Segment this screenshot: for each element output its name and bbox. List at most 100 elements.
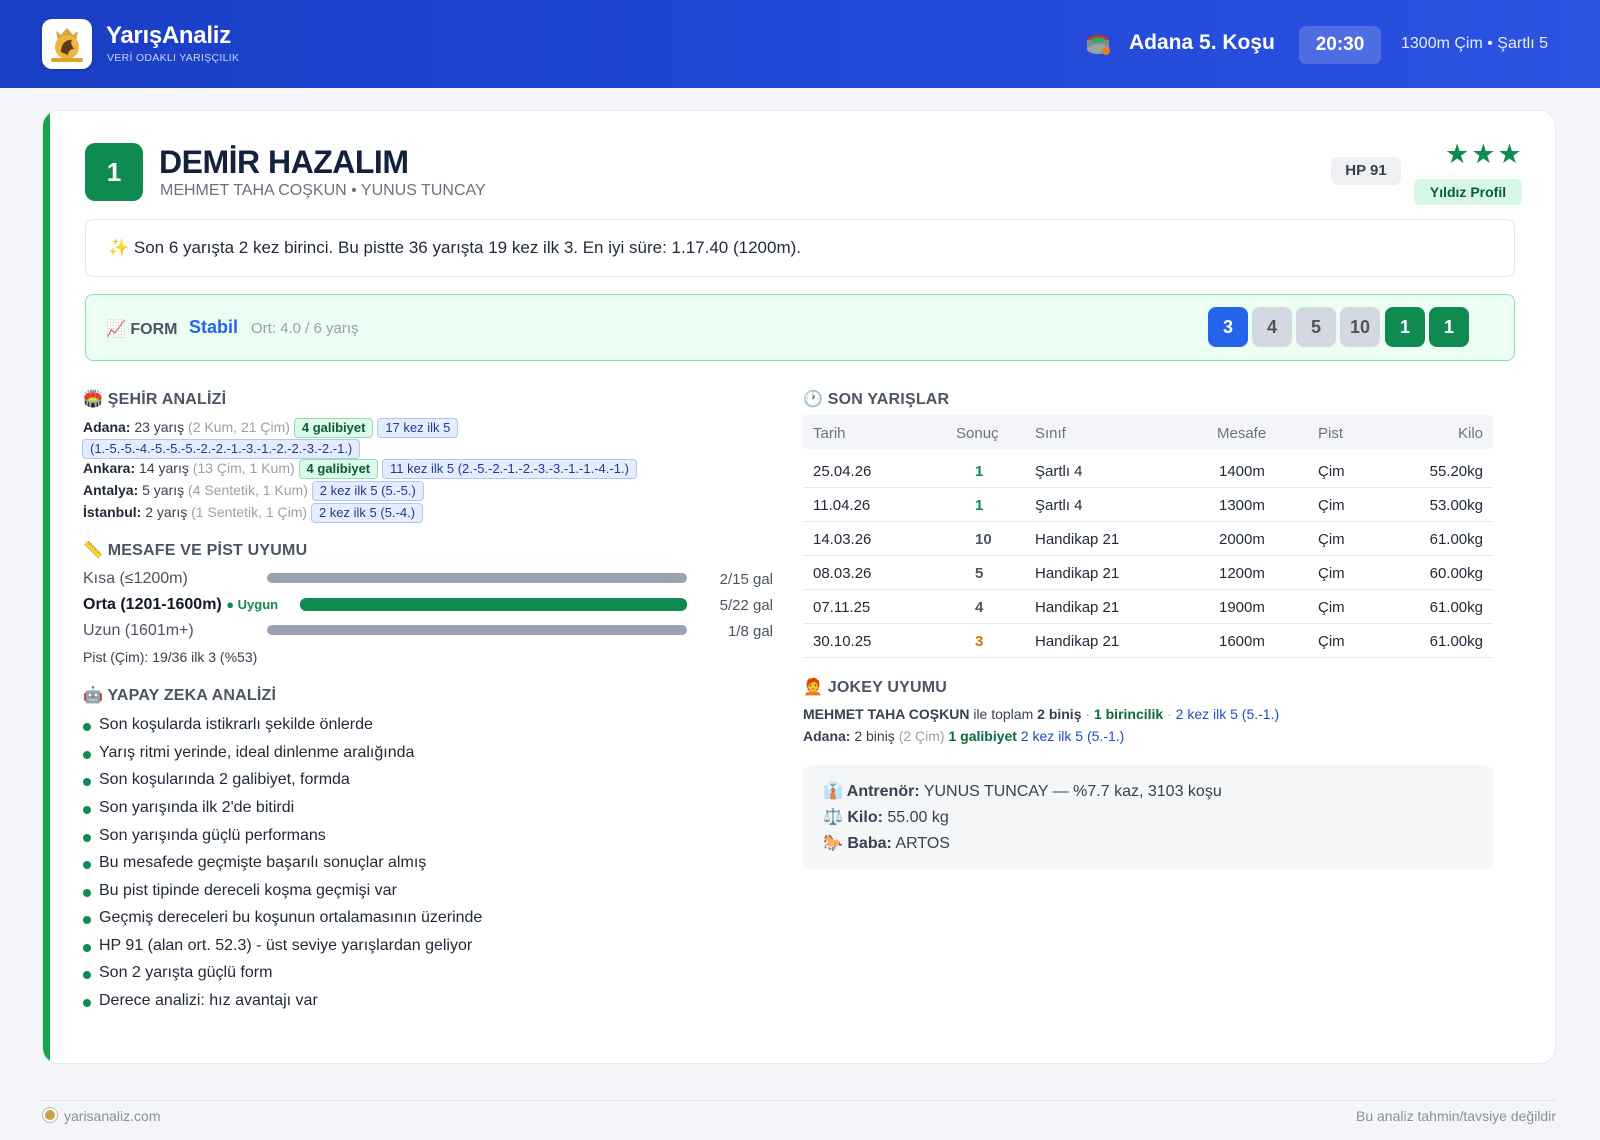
form-position-badge: 5: [1296, 307, 1336, 347]
race-title: Adana 5. Koşu: [1129, 31, 1275, 54]
ai-item: HP 91 (alan ort. 52.3) - üst seviye yarı…: [83, 937, 472, 955]
table-cell-result: 3: [975, 633, 984, 650]
info-box: 👔 Antrenör: YUNUS TUNCAY — %7.7 kaz, 310…: [803, 765, 1493, 869]
table-cell-result: 1: [975, 463, 984, 480]
brand-name: YarışAnaliz: [106, 22, 231, 49]
table-cell-class: Handikap 21: [1035, 531, 1120, 548]
ai-item: Son koşularda istikrarlı şekilde önlerde: [83, 716, 373, 734]
distance-bar: [300, 598, 687, 611]
recent-races-title: 🕐 SON YARIŞLAR: [803, 391, 950, 408]
table-cell-kg: 61.00kg: [1429, 599, 1483, 616]
table-cell-track: Çim: [1318, 497, 1345, 514]
table-cell-class: Handikap 21: [1035, 565, 1120, 582]
top5-detail-chip: (1.-5.-5.-4.-5.-5.-5.-2.-2.-1.-3.-1.-2.-…: [82, 439, 361, 459]
card-accent-bar: [43, 111, 50, 1063]
track-stat: Pist (Çim): 19/36 ilk 3 (%53): [83, 649, 258, 665]
footer-site[interactable]: yarisanaliz.com: [64, 1108, 160, 1124]
ai-item: Son koşularında 2 galibiyet, formda: [83, 771, 350, 789]
top5-chip: 2 kez ilk 5 (5.-4.): [310, 503, 424, 523]
table-cell-kg: 55.20kg: [1429, 463, 1483, 480]
jockey-summary: MEHMET TAHA COŞKUN ile toplam 2 biniş · …: [803, 706, 1280, 722]
form-label: 📈 FORM: [106, 321, 178, 338]
jockey-trainer-line: MEHMET TAHA COŞKUN • YUNUS TUNCAY: [160, 182, 486, 199]
table-cell-dist: 1900m: [1219, 599, 1265, 616]
summary-box: ✨ Son 6 yarışta 2 kez birinci. Bu pistte…: [85, 219, 1515, 277]
horse-number-badge: 1: [85, 143, 143, 201]
weight-line: ⚖️ Kilo: 55.00 kg: [823, 809, 949, 826]
table-row: 07.11.25 4 Handikap 21 1900m Çim 61.00kg: [803, 590, 1493, 624]
column-header: Tarih: [813, 425, 846, 442]
column-header: Sınıf: [1035, 425, 1066, 442]
ai-item: Geçmiş dereceleri bu koşunun ortalamasın…: [83, 909, 482, 927]
city-analysis-title: 🏟️ ŞEHİR ANALİZİ: [83, 391, 227, 408]
table-cell-dist: 1200m: [1219, 565, 1265, 582]
suitable-badge: ● Uygun: [226, 597, 279, 612]
table-cell-class: Handikap 21: [1035, 633, 1120, 650]
footer-disclaimer: Bu analiz tahmin/tavsiye değildir: [1356, 1108, 1556, 1124]
wins-chip: 4 galibiyet: [298, 459, 379, 479]
site-logo-icon: [43, 1108, 57, 1122]
form-box: 📈 FORM Stabil Ort: 4.0 / 6 yarış 3 4 5 1…: [85, 294, 1515, 361]
table-row: 30.10.25 3 Handikap 21 1600m Çim 61.00kg: [803, 624, 1493, 658]
table-row: 11.04.26 1 Şartlı 4 1300m Çim 53.00kg: [803, 488, 1493, 522]
distance-label: Kısa (≤1200m): [83, 570, 188, 587]
table-cell-date: 11.04.26: [813, 497, 871, 514]
column-header: Kilo: [1457, 425, 1483, 442]
column-header: Mesafe: [1217, 425, 1267, 442]
table-cell-kg: 53.00kg: [1429, 497, 1483, 514]
table-row: 08.03.26 5 Handikap 21 1200m Çim 60.00kg: [803, 556, 1493, 590]
table-cell-dist: 1300m: [1219, 497, 1265, 514]
table-cell-date: 14.03.26: [813, 531, 872, 548]
city-row: Adana: 23 yarış (2 Kum, 21 Çim) 4 galibi…: [82, 417, 723, 459]
table-cell-date: 07.11.25: [813, 599, 871, 616]
table-cell-track: Çim: [1318, 531, 1345, 548]
ai-item: Bu pist tipinde dereceli koşma geçmişi v…: [83, 882, 397, 900]
table-cell-class: Şartlı 4: [1035, 497, 1083, 514]
table-cell-date: 30.10.25: [813, 633, 872, 650]
table-cell-dist: 1600m: [1219, 633, 1265, 650]
form-position-badge: 10: [1340, 307, 1380, 347]
horse-card: 1 DEMİR HAZALIM MEHMET TAHA COŞKUN • YUN…: [42, 110, 1556, 1064]
table-cell-result: 1: [975, 497, 984, 514]
form-position-badge: 3: [1208, 307, 1248, 347]
table-cell-date: 25.04.26: [813, 463, 872, 480]
top-header: YarışAnaliz VERİ ODAKLI YARIŞÇILIK Adana…: [0, 0, 1600, 88]
table-cell-result: 4: [975, 599, 984, 616]
ai-item: Son yarışında ilk 2'de bitirdi: [83, 799, 294, 817]
table-header: Tarih Sonuç Sınıf Mesafe Pist Kilo: [803, 415, 1493, 449]
star-rating-icon: ★★★: [1445, 139, 1524, 169]
distance-title: 📏 MESAFE VE PİST UYUMU: [83, 542, 308, 559]
sire-line: 🐎 Baba: ARTOS: [823, 835, 950, 852]
star-profile-badge: Yıldız Profil: [1414, 179, 1522, 205]
brand-logo-icon[interactable]: [42, 19, 92, 69]
table-cell-class: Şartlı 4: [1035, 463, 1083, 480]
distance-bar: [267, 573, 687, 583]
city-row: İstanbul: 2 yarış (1 Sentetik, 1 Çim) 2 …: [83, 502, 424, 523]
jockey-title: 🧑‍🦰 JOKEY UYUMU: [803, 679, 948, 696]
column-header: Sonuç: [956, 425, 999, 442]
ai-item: Son yarışında güçlü performans: [83, 827, 326, 845]
ai-item: Son 2 yarışta güçlü form: [83, 964, 272, 982]
form-position-badge: 4: [1252, 307, 1292, 347]
hp-badge: HP 91: [1331, 157, 1401, 185]
race-info: 1300m Çim • Şartlı 5: [1401, 35, 1548, 52]
form-status: Stabil: [189, 317, 239, 337]
distance-stat: 1/8 gal: [727, 623, 773, 640]
distance-label: Orta (1201-1600m) ● Uygun: [83, 596, 279, 613]
form-position-badge: 1: [1429, 307, 1469, 347]
jockey-city-summary: Adana: 2 biniş (2 Çim) 1 galibiyet 2 kez…: [803, 728, 1125, 744]
table-cell-dist: 1400m: [1219, 463, 1265, 480]
horse-name: DEMİR HAZALIM: [159, 144, 409, 180]
distance-label: Uzun (1601m+): [83, 622, 194, 639]
ai-item: Derece analizi: hız avantajı var: [83, 992, 318, 1010]
trainer-line: 👔 Antrenör: YUNUS TUNCAY — %7.7 kaz, 310…: [823, 783, 1222, 800]
top5-chip: 11 kez ilk 5 (2.-5.-2.-1.-2.-3.-3.-1.-1.…: [382, 459, 637, 479]
stadium-icon: [1085, 31, 1111, 57]
table-cell-track: Çim: [1318, 463, 1345, 480]
table-row: 25.04.26 1 Şartlı 4 1400m Çim 55.20kg: [803, 454, 1493, 488]
distance-bar: [267, 625, 687, 635]
top5-chip: 2 kez ilk 5 (5.-5.): [311, 481, 424, 501]
table-row: 14.03.26 10 Handikap 21 2000m Çim 61.00kg: [803, 522, 1493, 556]
race-time-badge: 20:30: [1299, 26, 1381, 64]
table-cell-result: 5: [975, 565, 984, 582]
